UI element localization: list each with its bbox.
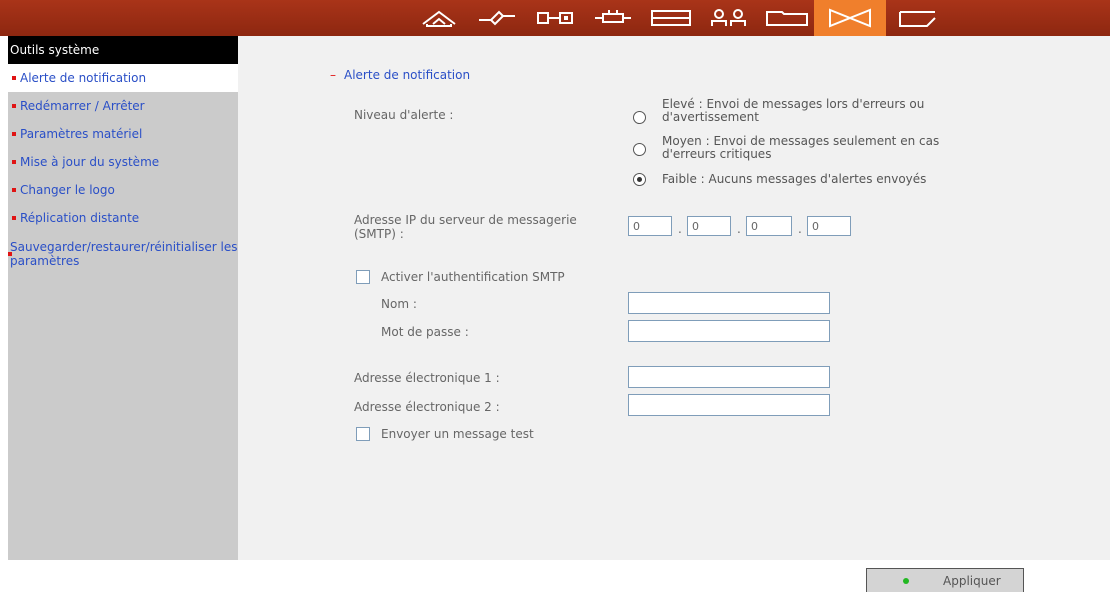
password-label: Mot de passe : [381,325,469,339]
bullet-icon [12,76,16,80]
name-field[interactable] [628,292,830,314]
users-icon[interactable] [700,0,758,36]
name-label: Nom : [381,297,417,311]
collapse-icon[interactable]: – [330,68,336,82]
alert-low-radio[interactable] [633,173,646,186]
sidebar-item-hardware-settings[interactable]: Paramètres matériel [8,120,238,148]
status-led-icon [903,577,909,584]
sidebar-item-label: Redémarrer / Arrêter [20,99,145,113]
ip-separator: . [737,222,741,236]
smtp-ip-octet-2[interactable] [687,216,731,236]
sidebar: Outils système Alerte de notification Re… [8,36,238,560]
ip-separator: . [798,222,802,236]
apply-button[interactable]: Appliquer [866,568,1024,592]
email1-label: Adresse électronique 1 : [354,371,500,385]
email2-label: Adresse électronique 2 : [354,400,500,414]
email1-field[interactable] [628,366,830,388]
sidebar-item-label: Réplication distante [20,211,140,225]
sidebar-item-label: Paramètres matériel [20,127,143,141]
system-tools-icon[interactable] [814,0,886,36]
bullet-icon [12,132,16,136]
main-panel: – Alerte de notification Niveau d'alerte … [238,36,1110,592]
window-edge [0,0,8,560]
sidebar-item-label: Changer le logo [20,183,115,197]
log-icon[interactable] [888,0,946,36]
bullet-icon [8,252,12,256]
send-test-checkbox[interactable] [356,427,370,441]
sidebar-item-label: Alerte de notification [20,71,147,85]
bullet-icon [12,104,16,108]
sidebar-item-system-update[interactable]: Mise à jour du système [8,148,238,176]
folder-icon[interactable] [758,0,816,36]
plugin-icon[interactable] [584,0,642,36]
section-title-text: Alerte de notification [344,68,471,82]
smtp-ip-octet-4[interactable] [807,216,851,236]
home-icon[interactable] [410,0,468,36]
apply-button-label: Appliquer [943,573,1001,588]
password-field[interactable] [628,320,830,342]
storage-icon[interactable] [642,0,700,36]
sidebar-item-notification-alert[interactable]: Alerte de notification [8,64,238,92]
send-test-label: Envoyer un message test [381,427,534,441]
section-title: – Alerte de notification [330,68,470,82]
device-icon[interactable] [526,0,584,36]
bullet-icon [12,160,16,164]
smtp-server-label: Adresse IP du serveur de messagerie (SMT… [354,213,577,241]
smtp-ip-octet-3[interactable] [746,216,792,236]
alert-medium-radio[interactable] [633,143,646,156]
smtp-auth-checkbox[interactable] [356,270,370,284]
alert-high-label: Elevé : Envoi de messages lors d'erreurs… [662,97,925,124]
bullet-icon [12,188,16,192]
sidebar-title: Outils système [8,36,238,64]
alert-medium-label: Moyen : Envoi de messages seulement en c… [662,134,940,161]
sidebar-item-remote-replication[interactable]: Réplication distante [8,204,238,232]
smtp-auth-label: Activer l'authentification SMTP [381,270,565,284]
sidebar-item-label: Mise à jour du système [20,155,160,169]
sidebar-item-label: Sauvegarder/restaurer/réinitialiser les … [10,240,238,268]
smtp-ip-octet-1[interactable] [628,216,672,236]
email2-field[interactable] [628,394,830,416]
alert-high-radio[interactable] [633,111,646,124]
sidebar-item-restart-shutdown[interactable]: Redémarrer / Arrêter [8,92,238,120]
network-icon[interactable] [468,0,526,36]
top-nav-bar [0,0,1110,36]
sidebar-item-backup-restore-reset[interactable]: Sauvegarder/restaurer/réinitialiser les … [8,232,238,268]
alert-level-label: Niveau d'alerte : [354,108,454,122]
bullet-icon [12,216,16,220]
alert-low-label: Faible : Aucuns messages d'alertes envoy… [662,172,927,186]
sidebar-item-change-logo[interactable]: Changer le logo [8,176,238,204]
ip-separator: . [678,222,682,236]
